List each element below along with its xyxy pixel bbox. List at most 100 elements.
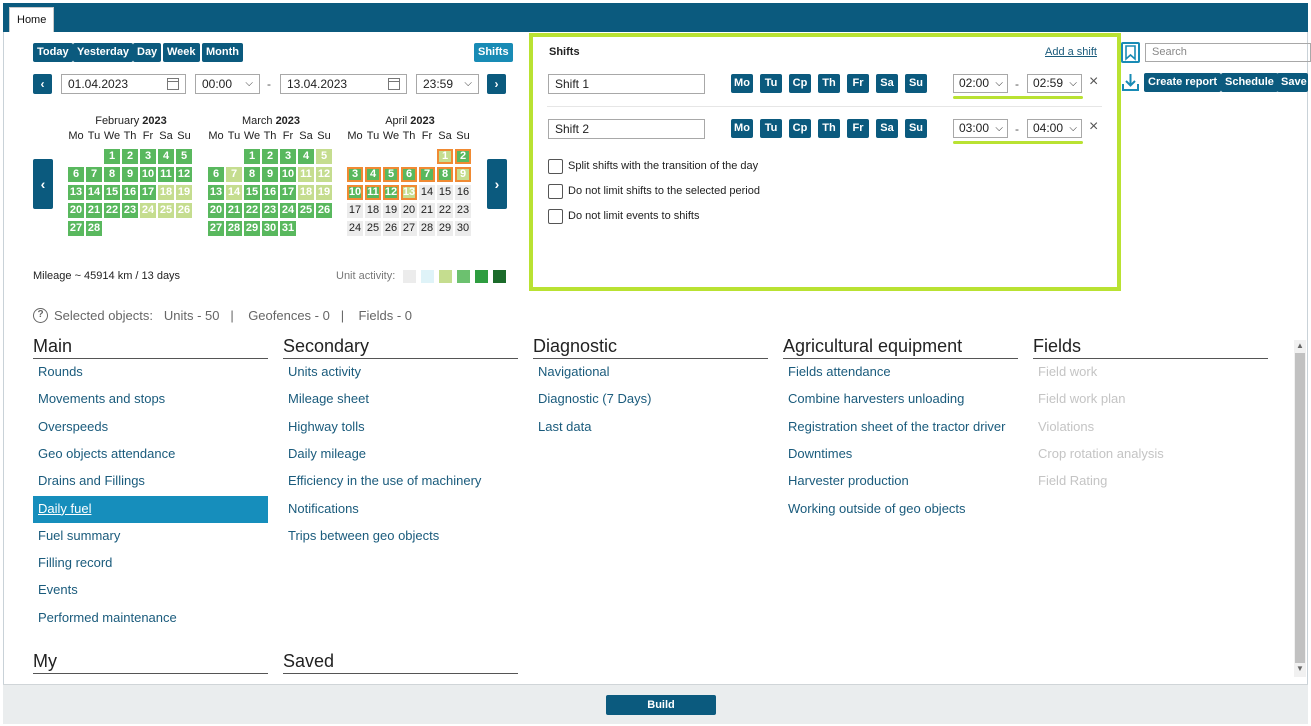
calendar-day[interactable]: 8 [104,167,120,182]
calendar-day[interactable]: 1 [437,149,453,164]
no-limit-period-checkbox[interactable] [548,184,563,199]
geofences-count[interactable]: Geofences - 0 [248,308,330,323]
calendar-day[interactable]: 16 [455,185,471,200]
calendar-next-button[interactable]: › [487,159,507,209]
remove-shift-icon[interactable]: × [1089,118,1098,136]
remove-shift-icon[interactable]: × [1089,73,1098,91]
calendar-day[interactable]: 2 [455,149,471,164]
report-item[interactable]: Events [33,577,268,604]
shift-start-select[interactable]: 02:00 ⌵ [953,74,1008,93]
weekday-toggle-cp[interactable]: Cp [789,119,811,138]
calendar-day[interactable]: 26 [383,221,399,236]
units-count[interactable]: Units - 50 [164,308,220,323]
weekday-toggle-mo[interactable]: Mo [731,74,753,93]
report-item[interactable]: Units activity [283,359,518,386]
calendar-day[interactable]: 17 [347,203,363,218]
calendar-day[interactable]: 23 [455,203,471,218]
calendar-day[interactable]: 6 [208,167,224,182]
scroll-down-icon[interactable]: ▼ [1294,664,1306,673]
calendar-day[interactable]: 7 [226,167,242,182]
calendar-day[interactable]: 30 [455,221,471,236]
report-item[interactable]: Overspeeds [33,414,268,441]
calendar-day[interactable]: 23 [262,203,278,218]
calendar-day[interactable]: 6 [68,167,84,182]
time-to-select[interactable]: 23:59 ⌵ [416,74,479,94]
today-button[interactable]: Today [33,43,73,62]
shift-start-select[interactable]: 03:00 ⌵ [953,119,1008,138]
calendar-day[interactable]: 24 [347,221,363,236]
next-period-button[interactable]: › [487,74,506,94]
create-report-button[interactable]: Create report [1144,73,1222,92]
calendar-day[interactable]: 13 [208,185,224,200]
calendar-day[interactable]: 14 [226,185,242,200]
report-item[interactable]: Daily fuel [33,495,268,523]
calendar-day[interactable]: 3 [347,167,363,182]
weekday-toggle-fr[interactable]: Fr [847,74,869,93]
calendar-day[interactable]: 4 [365,167,381,182]
calendar-day[interactable]: 26 [176,203,192,218]
shift-end-select[interactable]: 04:00 ⌵ [1027,119,1082,138]
fields-count[interactable]: Fields - 0 [359,308,412,323]
calendar-day[interactable]: 22 [104,203,120,218]
calendar-day[interactable]: 15 [104,185,120,200]
report-item[interactable]: Movements and stops [33,386,268,413]
weekday-toggle-tu[interactable]: Tu [760,119,782,138]
build-button[interactable]: Build [606,695,716,715]
prev-period-button[interactable]: ‹ [33,74,52,94]
calendar-day[interactable]: 31 [280,221,296,236]
calendar-day[interactable]: 28 [86,221,102,236]
report-item[interactable]: Downtimes [783,441,1018,468]
calendar-day[interactable]: 29 [437,221,453,236]
schedule-button[interactable]: Schedule [1221,73,1278,92]
report-item[interactable]: Navigational [533,359,768,386]
report-item[interactable]: Last data [533,414,768,441]
calendar-day[interactable]: 18 [158,185,174,200]
report-item[interactable]: Filling record [33,550,268,577]
calendar-day[interactable]: 8 [437,167,453,182]
calendar-day[interactable]: 7 [419,167,435,182]
weekday-toggle-cp[interactable]: Cp [789,74,811,93]
report-item[interactable]: Fields attendance [783,359,1018,386]
calendar-day[interactable]: 25 [298,203,314,218]
weekday-toggle-sa[interactable]: Sa [876,119,898,138]
calendar-prev-button[interactable]: ‹ [33,159,53,209]
report-item[interactable]: Combine harvesters unloading [783,386,1018,413]
calendar-day[interactable]: 12 [176,167,192,182]
shift-end-select[interactable]: 02:59 ⌵ [1027,74,1082,93]
report-item[interactable]: Registration sheet of the tractor driver [783,414,1018,441]
calendar-day[interactable]: 19 [176,185,192,200]
weekday-toggle-fr[interactable]: Fr [847,119,869,138]
calendar-day[interactable]: 2 [262,149,278,164]
calendar-day[interactable]: 19 [316,185,332,200]
report-item[interactable]: Efficiency in the use of machinery [283,468,518,495]
calendar-day[interactable]: 27 [68,221,84,236]
day-button[interactable]: Day [133,43,162,62]
calendar-day[interactable]: 10 [347,185,363,200]
calendar-day[interactable]: 1 [104,149,120,164]
calendar-day[interactable]: 28 [419,221,435,236]
calendar-day[interactable]: 26 [316,203,332,218]
calendar-day[interactable]: 30 [262,221,278,236]
bookmark-button[interactable] [1121,42,1140,63]
calendar-day[interactable]: 3 [280,149,296,164]
calendar-day[interactable]: 6 [401,167,417,182]
calendar-day[interactable]: 23 [122,203,138,218]
calendar-day[interactable]: 17 [140,185,156,200]
weekday-toggle-su[interactable]: Su [905,74,927,93]
calendar-day[interactable]: 14 [419,185,435,200]
report-item[interactable]: Geo objects attendance [33,441,268,468]
calendar-day[interactable]: 27 [401,221,417,236]
shift-name-input[interactable]: Shift 2 [548,119,705,139]
calendar-day[interactable]: 9 [262,167,278,182]
report-item[interactable]: Rounds [33,359,268,386]
report-item[interactable]: Harvester production [783,468,1018,495]
calendar-day[interactable]: 15 [244,185,260,200]
calendar-day[interactable]: 25 [365,221,381,236]
report-item[interactable]: Working outside of geo objects [783,496,1018,523]
weekday-toggle-sa[interactable]: Sa [876,74,898,93]
calendar-day[interactable]: 21 [419,203,435,218]
weekday-toggle-th[interactable]: Th [818,74,840,93]
yesterday-button[interactable]: Yesterday [73,43,133,62]
time-from-select[interactable]: 00:00 ⌵ [195,74,260,94]
calendar-day[interactable]: 27 [208,221,224,236]
